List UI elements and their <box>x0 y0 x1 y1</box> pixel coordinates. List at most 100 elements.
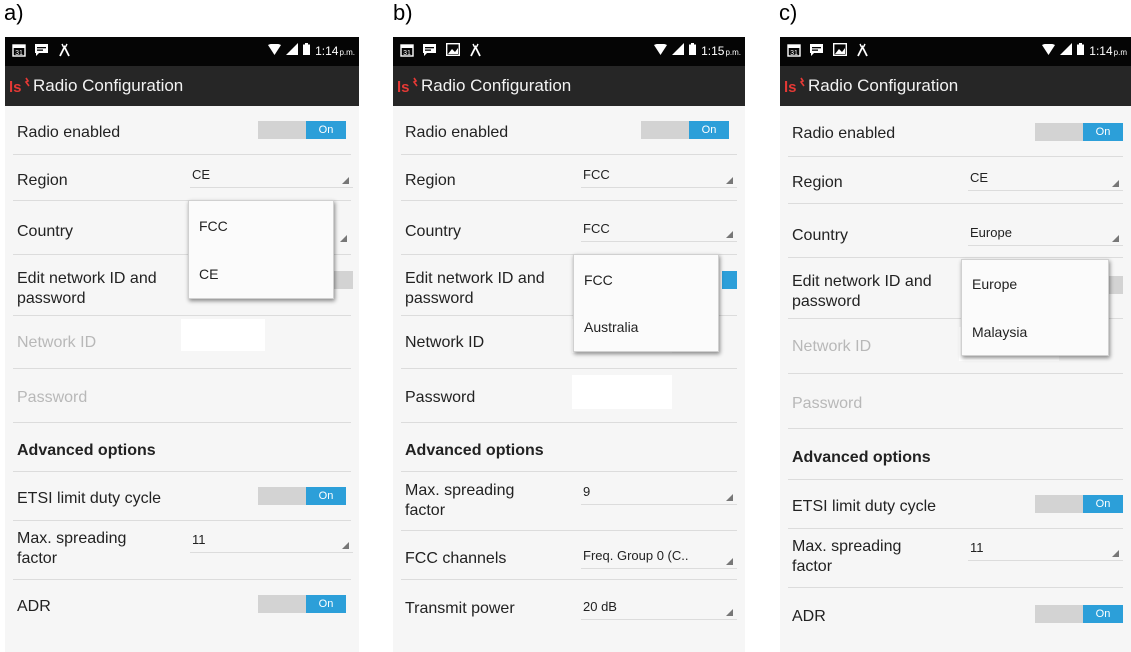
settings-list: Radio enabled On Region CE Country Edit … <box>5 106 359 652</box>
transmit-power-label: Transmit power <box>405 600 515 617</box>
region-label: Region <box>792 174 843 191</box>
row-region: Region CE <box>13 155 353 201</box>
signal-icon <box>672 43 685 58</box>
spreading-factor-select[interactable]: 11 <box>190 530 353 553</box>
dropdown-arrow-icon <box>1112 235 1119 242</box>
adr-toggle[interactable]: On <box>258 595 346 613</box>
row-etsi: ETSI limit duty cycle On <box>788 480 1123 529</box>
password-label: Password <box>792 395 863 412</box>
transmit-power-select[interactable]: 20 dB <box>581 597 737 620</box>
svg-text:31: 31 <box>403 50 411 57</box>
page-title: Radio Configuration <box>421 76 572 95</box>
row-radio-enabled: Radio enabled On <box>401 106 737 155</box>
dropdown-option-ce[interactable]: CE <box>199 266 218 282</box>
page-title: Radio Configuration <box>808 76 959 95</box>
android-icon <box>57 42 72 57</box>
app-logo-icon: ls <box>397 77 421 96</box>
network-id-input[interactable] <box>181 319 265 351</box>
dropdown-arrow-icon <box>726 177 733 184</box>
edit-network-label: Edit network ID and password <box>792 273 932 310</box>
country-label: Country <box>17 223 74 240</box>
dropdown-option-fcc[interactable]: FCC <box>199 218 228 234</box>
dropdown-arrow-icon <box>1112 180 1119 187</box>
clock-time: 1:14p.m <box>1089 43 1127 58</box>
region-select[interactable]: FCC <box>581 165 737 188</box>
battery-icon <box>303 43 311 58</box>
row-advanced-options: Advanced options <box>788 429 1123 480</box>
radio-enabled-label: Radio enabled <box>792 125 896 142</box>
country-select[interactable]: FCC <box>581 219 737 242</box>
dropdown-arrow-icon <box>726 609 733 616</box>
radio-enabled-toggle[interactable]: On <box>1035 123 1123 141</box>
dropdown-arrow-icon <box>726 558 733 565</box>
radio-enabled-label: Radio enabled <box>405 124 509 141</box>
image-icon <box>445 42 460 57</box>
edit-network-toggle[interactable] <box>333 271 353 289</box>
spreading-factor-select[interactable]: 9 <box>581 482 737 505</box>
message-icon <box>34 42 49 57</box>
spreading-factor-label: Max. spreading factor <box>405 482 515 519</box>
calendar-icon: 31 <box>786 42 801 57</box>
message-icon <box>809 42 824 57</box>
advanced-options-heading: Advanced options <box>792 449 931 466</box>
etsi-label: ETSI limit duty cycle <box>17 490 162 507</box>
dropdown-option-malaysia[interactable]: Malaysia <box>972 324 1027 340</box>
password-input[interactable] <box>572 375 672 409</box>
spreading-factor-select[interactable]: 11 <box>968 538 1123 561</box>
page-title: Radio Configuration <box>33 76 184 95</box>
dropdown-option-australia[interactable]: Australia <box>584 319 638 335</box>
dropdown-option-fcc[interactable]: FCC <box>584 272 613 288</box>
signal-icon <box>286 43 299 58</box>
settings-list: Radio enabled On Region FCC Country FCC … <box>393 106 745 652</box>
row-advanced-options: Advanced options <box>401 423 737 472</box>
country-dropdown-menu: FCC Australia <box>573 254 719 352</box>
radio-enabled-toggle[interactable]: On <box>258 121 346 139</box>
row-region: Region FCC <box>401 155 737 201</box>
battery-icon <box>1077 43 1085 58</box>
password-label: Password <box>17 389 88 406</box>
region-label: Region <box>17 172 68 189</box>
row-password: Password <box>401 369 737 423</box>
country-select[interactable]: Europe <box>968 223 1123 246</box>
row-adr: ADR On <box>13 580 351 630</box>
message-icon <box>422 42 437 57</box>
phone-screen-b: 31 1:15p.m. ls Radio Configuration Radio… <box>393 37 745 652</box>
etsi-toggle[interactable]: On <box>258 487 346 505</box>
svg-text:ls: ls <box>784 79 797 95</box>
app-logo-icon: ls <box>9 77 33 96</box>
row-country: Country FCC <box>401 201 737 255</box>
region-select[interactable]: CE <box>190 165 353 188</box>
panel-label-a: a) <box>4 0 24 25</box>
network-id-label: Network ID <box>405 334 485 351</box>
dropdown-arrow-icon <box>726 494 733 501</box>
row-spreading-factor: Max. spreading factor 9 <box>401 472 737 531</box>
etsi-toggle[interactable]: On <box>1035 495 1123 513</box>
edit-network-label: Edit network ID and password <box>17 270 157 307</box>
adr-label: ADR <box>792 608 826 625</box>
region-select[interactable]: CE <box>968 168 1123 191</box>
spreading-factor-label: Max. spreading factor <box>792 538 902 575</box>
adr-toggle[interactable]: On <box>1035 605 1123 623</box>
wifi-icon <box>654 43 668 58</box>
fcc-channels-select[interactable]: Freq. Group 0 (C.. <box>581 546 737 569</box>
region-dropdown-menu: FCC CE <box>188 200 334 299</box>
clock-time: 1:15p.m. <box>701 43 741 58</box>
phone-screen-c: 31 1:14p.m ls Radio Configuration Radio … <box>780 37 1131 652</box>
dropdown-option-europe[interactable]: Europe <box>972 276 1017 292</box>
country-dropdown-menu: Europe Malaysia <box>961 259 1109 356</box>
radio-enabled-toggle[interactable]: On <box>641 121 729 139</box>
app-bar: ls Radio Configuration <box>5 66 359 106</box>
advanced-options-heading: Advanced options <box>17 442 156 459</box>
spreading-factor-label: Max. spreading factor <box>17 530 127 567</box>
phone-screen-a: 31 1:14p.m. ls Radio Configuration Radio… <box>5 37 359 652</box>
svg-text:ls: ls <box>9 79 22 95</box>
android-icon <box>468 42 483 57</box>
clock-time: 1:14p.m. <box>315 43 355 58</box>
row-adr: ADR On <box>788 588 1123 638</box>
edit-network-toggle[interactable] <box>722 271 737 289</box>
image-icon <box>832 42 847 57</box>
row-etsi: ETSI limit duty cycle On <box>13 472 351 521</box>
panel-label-c: c) <box>779 0 798 25</box>
password-input[interactable] <box>181 375 265 407</box>
network-id-label: Network ID <box>17 334 97 351</box>
